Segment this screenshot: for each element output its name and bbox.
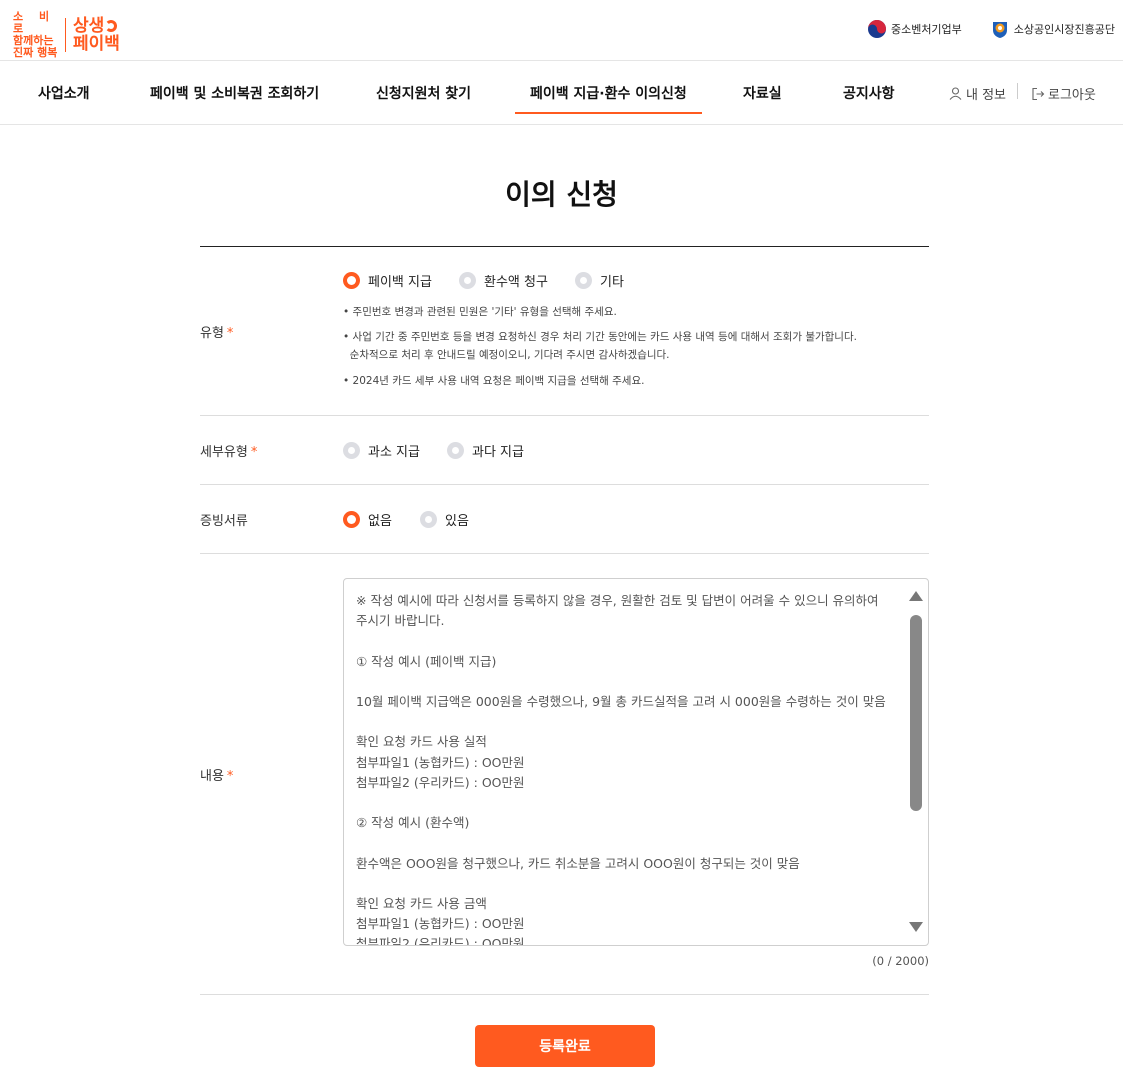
content-textarea[interactable]: ※ 작성 예시에 따라 신청서를 등록하지 않을 경우, 원활한 검토 및 답변… [343, 578, 929, 946]
logo-wordmark: 상생 페이백 [73, 17, 120, 53]
radio-label: 과소 지급 [368, 445, 420, 460]
scrollbar-thumb[interactable] [910, 615, 922, 811]
required-mark: * [250, 445, 258, 460]
logout-label: 로그아웃 [1048, 88, 1096, 103]
top-bar: 소 비 로 함께하는 진짜 행복 상생 페이백 중소벤처기업부 소상공인시장진흥… [0, 0, 1123, 61]
org-links: 중소벤처기업부 소상공인시장진흥공단 [867, 19, 1115, 39]
scroll-down-arrow-icon[interactable] [909, 922, 923, 932]
radio-subtype-under[interactable]: 과소 지급 [343, 441, 420, 460]
subtype-label-text: 세부유형 [200, 445, 248, 460]
content-placeholder: ※ 작성 예시에 따라 신청서를 등록하지 않을 경우, 원활한 검토 및 답변… [356, 593, 886, 946]
row-divider [200, 484, 929, 485]
radio-unchecked-icon [420, 511, 437, 528]
semas-emblem-icon [992, 22, 1007, 38]
radio-evidence-none[interactable]: 없음 [343, 510, 392, 529]
radio-label: 페이백 지급 [368, 275, 432, 290]
nav-item-business-intro[interactable]: 사업소개 [38, 83, 90, 103]
nav-item-notices[interactable]: 공지사항 [843, 83, 895, 103]
logo-wordmark-line2: 페이백 [73, 34, 120, 54]
type-note-1: • 주민번호 변경과 관련된 민원은 '기타' 유형을 선택해 주세요. [343, 306, 617, 318]
radio-type-payback[interactable]: 페이백 지급 [343, 271, 432, 290]
radio-evidence-yes[interactable]: 있음 [420, 510, 469, 529]
nav-item-resources[interactable]: 자료실 [743, 83, 782, 103]
radio-unchecked-icon [459, 272, 476, 289]
org-link-semas[interactable]: 소상공인시장진흥공단 [990, 19, 1115, 39]
type-note-3: 순차적으로 처리 후 안내드릴 예정이오니, 기다려 주시면 감사하겠습니다. [343, 349, 670, 361]
content-label: 내용 * [200, 765, 233, 784]
radio-label: 환수액 청구 [484, 275, 548, 290]
radio-label: 기타 [600, 275, 624, 290]
radio-label: 없음 [368, 514, 392, 529]
logo-slogan: 소 비 로 함께하는 진짜 행복 [13, 11, 61, 59]
org-link-mss[interactable]: 중소벤처기업부 [867, 19, 962, 39]
content-label-text: 내용 [200, 769, 224, 784]
scroll-up-arrow-icon[interactable] [909, 591, 923, 601]
radio-unchecked-icon [343, 442, 360, 459]
nav-item-objection[interactable]: 페이백 지급·환수 이의신청 [515, 83, 702, 114]
required-mark: * [226, 769, 234, 784]
util-divider [1017, 83, 1018, 99]
org1-label: 중소벤처기업부 [890, 23, 962, 36]
required-mark: * [226, 326, 234, 341]
evidence-label: 증빙서류 [200, 510, 248, 529]
row-divider [200, 553, 929, 554]
nav-item-support-finder[interactable]: 신청지원처 찾기 [376, 83, 471, 103]
site-logo[interactable]: 소 비 로 함께하는 진짜 행복 상생 페이백 [13, 11, 120, 59]
logout-icon [1032, 87, 1045, 100]
row-divider [200, 415, 929, 416]
type-note-4: • 2024년 카드 세부 사용 내역 요청은 페이백 지급을 선택해 주세요. [343, 375, 645, 387]
logout-link[interactable]: 로그아웃 [1031, 84, 1096, 103]
my-info-label: 내 정보 [966, 88, 1007, 103]
my-info-link[interactable]: 내 정보 [949, 84, 1006, 103]
logo-wordmark-line1: 상생 [73, 16, 105, 36]
logo-slogan-line1: 소 비 로 [13, 10, 56, 35]
radio-checked-icon [343, 511, 360, 528]
page-title: 이의 신청 [505, 178, 618, 211]
logo-divider [65, 18, 66, 52]
radio-subtype-over[interactable]: 과다 지급 [447, 441, 524, 460]
row-divider [200, 994, 929, 995]
char-counter: (0 / 2000) [872, 954, 929, 968]
radio-type-clawback[interactable]: 환수액 청구 [459, 271, 548, 290]
radio-type-other[interactable]: 기타 [575, 271, 624, 290]
form-top-divider [200, 246, 929, 247]
logo-slogan-line3: 진짜 행복 [13, 46, 58, 59]
type-label-text: 유형 [200, 326, 224, 341]
subtype-label: 세부유형 * [200, 441, 257, 460]
radio-checked-icon [343, 272, 360, 289]
type-note-2: • 사업 기간 중 주민번호 등을 변경 요청하신 경우 처리 기간 동안에는 … [343, 331, 857, 343]
user-icon [949, 87, 962, 100]
radio-label: 있음 [445, 514, 469, 529]
type-label: 유형 * [200, 322, 233, 341]
radio-unchecked-icon [447, 442, 464, 459]
submit-button[interactable]: 등록완료 [475, 1025, 655, 1067]
radio-unchecked-icon [575, 272, 592, 289]
nav-item-payback-lookup[interactable]: 페이백 및 소비복권 조회하기 [150, 83, 319, 103]
org2-label: 소상공인시장진흥공단 [1013, 23, 1115, 36]
evidence-label-text: 증빙서류 [200, 514, 248, 529]
taegeuk-icon [867, 20, 886, 38]
logo-arc-icon [105, 20, 118, 32]
radio-label: 과다 지급 [472, 445, 524, 460]
main-nav: 사업소개 페이백 및 소비복권 조회하기 신청지원처 찾기 페이백 지급·환수 … [0, 61, 1123, 125]
